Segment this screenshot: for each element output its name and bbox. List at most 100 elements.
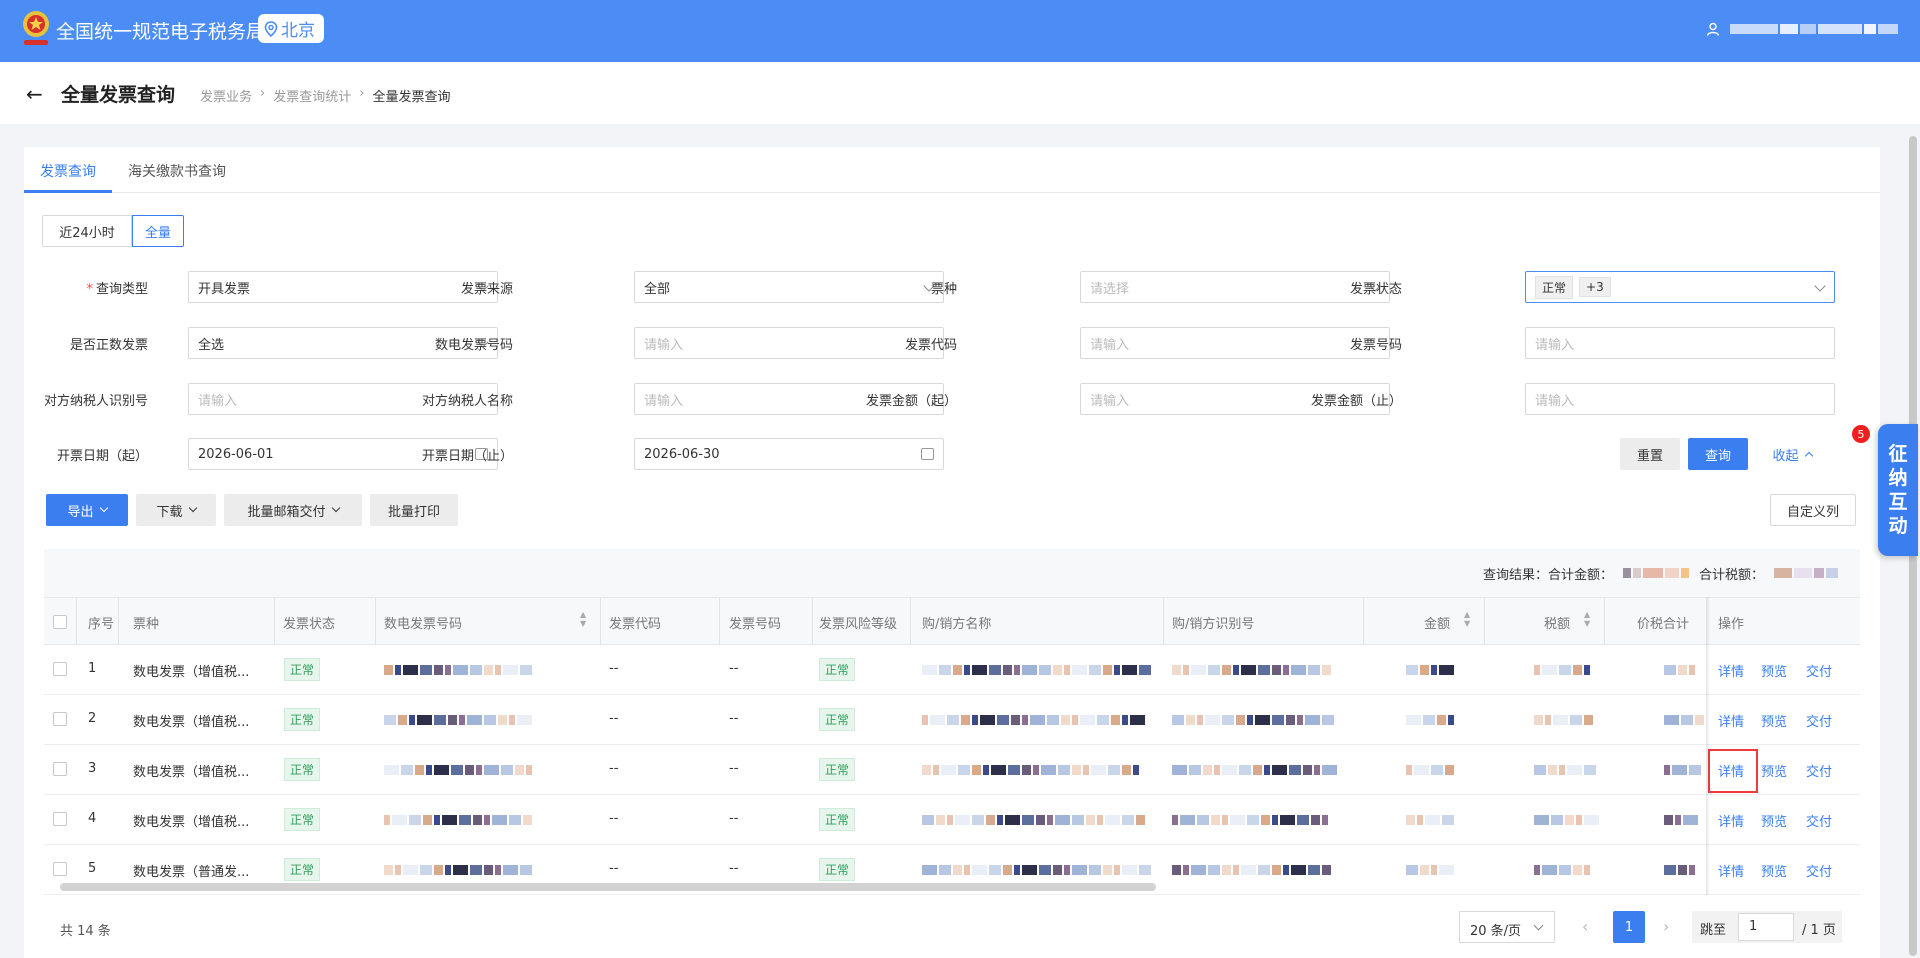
widget-char: 征 — [1888, 443, 1908, 465]
prev-page-button[interactable]: ‹ — [1582, 917, 1588, 936]
row-kind: 数电发票（增值税... — [133, 765, 250, 780]
invoice-number-input[interactable]: 请输入 — [1525, 327, 1835, 359]
row-invoice-code: -- — [609, 811, 619, 826]
row-preview-link[interactable]: 预览 — [1761, 811, 1787, 830]
status-select[interactable]: 正常 +3 — [1525, 271, 1835, 303]
tab-customs-query[interactable]: 海关缴款书查询 — [128, 161, 226, 181]
custom-columns-button[interactable]: 自定义列 — [1770, 494, 1856, 526]
amount-to-input[interactable]: 请输入 — [1525, 383, 1835, 415]
date-to-label: 开票日期（止） — [421, 449, 513, 464]
reset-button[interactable]: 重置 — [1620, 438, 1680, 470]
row-checkbox[interactable] — [53, 762, 67, 776]
location-selector[interactable]: 北京 — [258, 14, 324, 43]
col-actions: 操作 — [1718, 617, 1745, 632]
export-button[interactable]: 导出 — [46, 494, 128, 526]
row-preview-link[interactable]: 预览 — [1761, 761, 1787, 780]
row-index: 1 — [88, 661, 97, 676]
range-all-button[interactable]: 全量 — [132, 215, 184, 247]
status-tag: 正常 — [1535, 275, 1574, 299]
row-invoice-code: -- — [609, 661, 619, 676]
select-all-checkbox[interactable] — [53, 615, 67, 629]
row-checkbox[interactable] — [53, 862, 67, 876]
back-arrow-icon[interactable]: ← — [26, 82, 43, 106]
page-size-select[interactable]: 20 条/页 — [1459, 911, 1555, 943]
col-amount: 金额 — [1424, 617, 1451, 632]
next-page-button[interactable]: › — [1663, 917, 1669, 936]
row-deliver-link[interactable]: 交付 — [1806, 861, 1832, 880]
table-row: 1 数电发票（增值税... 正常 -- -- 正常 详情 预览 交付 — [44, 645, 1860, 695]
row-amount-redacted — [1406, 865, 1454, 875]
col-risk-level: 发票风险等级 — [819, 617, 898, 632]
horizontal-scrollbar[interactable] — [60, 883, 1156, 891]
row-invoice-code: -- — [609, 861, 619, 876]
sort-amount-icon[interactable]: ▲ ▼ — [1464, 610, 1470, 628]
row-tax-redacted — [1534, 865, 1590, 875]
collapse-button[interactable]: 收起 — [1764, 438, 1820, 470]
batch-print-button[interactable]: 批量打印 — [370, 494, 458, 526]
table-row: 3 数电发票（增值税... 正常 -- -- 正常 详情 预览 交付 — [44, 745, 1860, 795]
breadcrumb: 发票业务 › 发票查询统计 › 全量发票查询 — [200, 86, 450, 105]
row-status-badge: 正常 — [284, 708, 321, 731]
e-invoice-no-label: 数电发票号码 — [434, 338, 513, 353]
row-index: 3 — [88, 761, 97, 776]
chevron-down-icon — [331, 503, 340, 513]
page-1-button[interactable]: 1 — [1613, 911, 1645, 943]
row-total-redacted — [1664, 865, 1695, 875]
interaction-widget-button[interactable]: 征 纳 互 动 — [1878, 424, 1918, 556]
page-count-label: / 1 页 — [1802, 923, 1836, 938]
row-preview-link[interactable]: 预览 — [1761, 711, 1787, 730]
row-checkbox[interactable] — [53, 812, 67, 826]
table-row: 4 数电发票（增值税... 正常 -- -- 正常 详情 预览 交付 — [44, 795, 1860, 845]
row-detail-link[interactable]: 详情 — [1718, 811, 1744, 830]
row-detail-link[interactable]: 详情 — [1718, 711, 1744, 730]
row-total-redacted — [1664, 815, 1698, 825]
row-amount-redacted — [1406, 665, 1454, 675]
user-menu[interactable] — [1706, 22, 1898, 36]
row-detail-link[interactable]: 详情 — [1718, 661, 1744, 680]
row-tax-redacted — [1534, 715, 1593, 725]
row-preview-link[interactable]: 预览 — [1761, 861, 1787, 880]
col-party-id: 购/销方识别号 — [1172, 617, 1255, 632]
col-party-name: 购/销方名称 — [922, 617, 992, 632]
brand-title[interactable]: 全国统一规范电子税务局 — [56, 17, 265, 44]
tab-invoice-query[interactable]: 发票查询 — [40, 161, 96, 181]
source-label: 发票来源 — [460, 282, 513, 297]
row-e-invoice-no-redacted — [384, 865, 532, 875]
amount-from-label: 发票金额（起） — [865, 394, 957, 409]
date-from-label: 开票日期（起） — [56, 449, 148, 464]
calendar-icon — [921, 448, 934, 460]
sort-e-invoice-no-icon[interactable]: ▲ ▼ — [580, 610, 586, 628]
row-deliver-link[interactable]: 交付 — [1806, 711, 1832, 730]
download-button[interactable]: 下载 — [136, 494, 216, 526]
sort-tax-icon[interactable]: ▲ ▼ — [1584, 610, 1590, 628]
row-preview-link[interactable]: 预览 — [1761, 661, 1787, 680]
party-name-label: 对方纳税人名称 — [421, 394, 513, 409]
row-amount-redacted — [1406, 765, 1454, 775]
widget-char: 互 — [1888, 491, 1908, 513]
breadcrumb-item-query-stats[interactable]: 发票查询统计 — [273, 86, 351, 105]
row-risk-badge: 正常 — [819, 708, 856, 731]
user-name-redacted — [1730, 24, 1898, 34]
table-header: 序号 票种 发票状态 数电发票号码 ▲ ▼ 发票代码 发票号码 发票风险等级 购/… — [44, 597, 1860, 646]
search-button[interactable]: 查询 — [1688, 438, 1748, 470]
row-checkbox[interactable] — [53, 712, 67, 726]
row-index: 4 — [88, 811, 97, 826]
row-deliver-link[interactable]: 交付 — [1806, 761, 1832, 780]
row-party-name-redacted — [922, 815, 1145, 825]
breadcrumb-item-invoice-business[interactable]: 发票业务 — [200, 86, 252, 105]
chevron-down-icon — [188, 503, 197, 513]
row-deliver-link[interactable]: 交付 — [1806, 811, 1832, 830]
row-e-invoice-no-redacted — [384, 715, 532, 725]
range-24h-button[interactable]: 近24小时 — [42, 215, 132, 247]
date-to-input[interactable]: 2026-06-30 — [634, 438, 944, 470]
row-deliver-link[interactable]: 交付 — [1806, 661, 1832, 680]
row-detail-link[interactable]: 详情 — [1718, 861, 1744, 880]
page-jump-input[interactable]: 1 — [1738, 913, 1794, 941]
batch-email-button[interactable]: 批量邮箱交付 — [224, 494, 362, 526]
row-status-badge: 正常 — [284, 758, 321, 781]
breadcrumb-item-current: 全量发票查询 — [372, 90, 451, 105]
row-checkbox[interactable] — [53, 662, 67, 676]
total-count: 共 14 条 — [60, 924, 111, 939]
chevron-down-icon — [99, 503, 108, 513]
col-invoice-number: 发票号码 — [729, 617, 782, 632]
